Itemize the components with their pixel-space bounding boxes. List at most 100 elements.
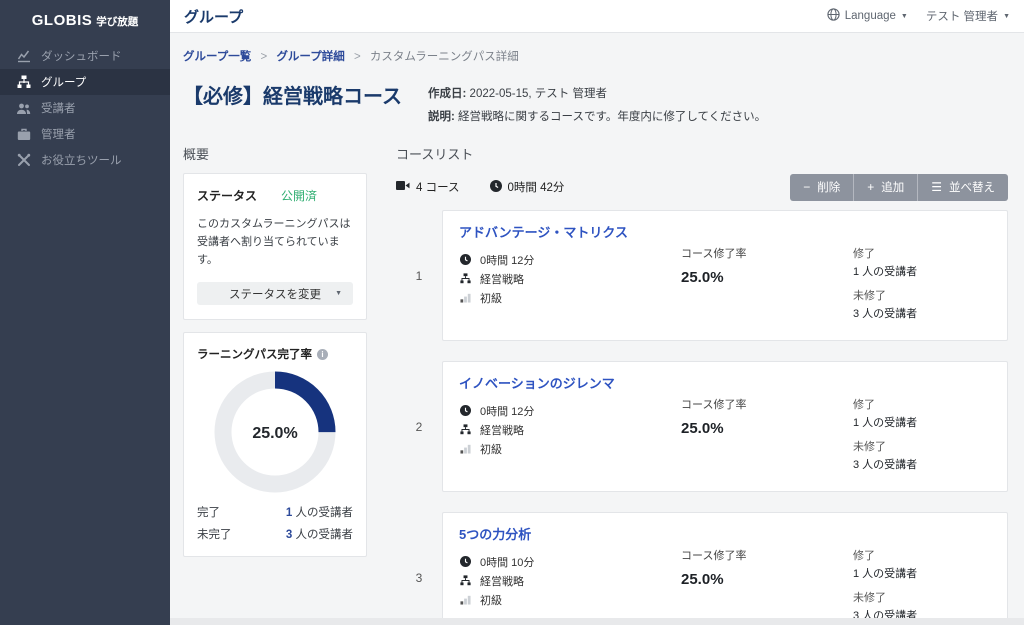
sidebar: GLOBIS 学び放題 ダッシュボード グループ 受講者 xyxy=(0,0,170,625)
clock-icon xyxy=(459,405,472,416)
chevron-down-icon: ▼ xyxy=(1003,13,1010,20)
delete-label: 削除 xyxy=(817,179,840,195)
course-learner-status: 修了 1 人の受講者 未修了 3 人の受講者 xyxy=(853,522,991,618)
sidebar-item-label: 管理者 xyxy=(41,126,76,142)
legend-done-label: 完了 xyxy=(197,504,220,520)
dashboard-chart-icon xyxy=(16,49,31,64)
course-title-link[interactable]: イノベーションのジレンマ xyxy=(459,373,615,392)
sitemap-icon xyxy=(16,75,31,90)
page-title: 【必修】経営戦略コース xyxy=(183,83,402,111)
breadcrumb-separator: > xyxy=(261,51,268,63)
user-menu[interactable]: テスト 管理者 ▼ xyxy=(926,8,1010,24)
course-category-label: 経営戦略 xyxy=(480,573,524,589)
clock-icon xyxy=(490,180,502,195)
course-actions: − 削除 + 追加 ☰ 並べ替え xyxy=(790,174,1008,201)
users-icon xyxy=(16,101,31,116)
level-icon xyxy=(459,594,472,605)
status-note: このカスタムラーニングパスは受講者へ割り当てられています。 xyxy=(197,215,353,269)
course-number: 3 xyxy=(396,512,442,618)
footer-strip xyxy=(170,618,1024,625)
sort-label: 並べ替え xyxy=(949,179,995,195)
completion-rate-value: 25.0% xyxy=(681,571,853,588)
undone-label: 未修了 xyxy=(853,438,991,454)
course-row: 3 5つの力分析 0時間 10分 xyxy=(396,512,1008,618)
add-button[interactable]: + 追加 xyxy=(854,174,918,201)
status-card: ステータス 公開済 このカスタムラーニングパスは受講者へ割り当てられています。 … xyxy=(183,173,367,320)
course-category-label: 経営戦略 xyxy=(480,422,524,438)
sidebar-item-groups[interactable]: グループ xyxy=(0,69,170,95)
course-number: 2 xyxy=(396,361,442,492)
done-label: 修了 xyxy=(853,547,991,563)
app-window: GLOBIS 学び放題 ダッシュボード グループ 受講者 xyxy=(0,0,1024,625)
course-duration-label: 0時間 10分 xyxy=(480,554,534,570)
page-head: 【必修】経営戦略コース 作成日: 2022-05-15, テスト 管理者 説明:… xyxy=(183,83,1008,131)
description-label: 説明: xyxy=(428,111,455,123)
level-icon xyxy=(459,443,472,454)
course-learner-status: 修了 1 人の受講者 未修了 3 人の受講者 xyxy=(853,371,991,480)
chevron-down-icon: ▼ xyxy=(335,290,342,297)
sidebar-item-dashboard[interactable]: ダッシュボード xyxy=(0,43,170,69)
undone-learners: 3 人の受講者 xyxy=(853,607,991,618)
plus-icon: + xyxy=(867,180,874,194)
video-icon xyxy=(396,180,410,194)
course-duration: 0時間 12分 xyxy=(459,401,681,420)
breadcrumb-current: カスタムラーニングパス詳細 xyxy=(370,51,519,63)
course-duration-label: 0時間 12分 xyxy=(480,403,534,419)
chevron-down-icon: ▼ xyxy=(901,13,908,20)
sidebar-item-admins[interactable]: 管理者 xyxy=(0,121,170,147)
course-title-link[interactable]: アドバンテージ・マトリクス xyxy=(459,222,628,241)
overview-column: 概要 ステータス 公開済 このカスタムラーニングパスは受講者へ割り当てられていま… xyxy=(183,144,367,618)
sidebar-item-label: グループ xyxy=(41,74,86,90)
user-name-label: テスト 管理者 xyxy=(926,8,998,24)
page-meta: 作成日: 2022-05-15, テスト 管理者 説明: 経営戦略に関するコース… xyxy=(428,83,766,131)
course-level-label: 初級 xyxy=(480,290,502,306)
category-sitemap-icon xyxy=(459,273,472,284)
globis-logo[interactable]: GLOBIS 学び放題 xyxy=(0,0,170,43)
content: グループ一覧 > グループ詳細 > カスタムラーニングパス詳細 【必修】経営戦略… xyxy=(170,33,1024,618)
add-label: 追加 xyxy=(881,179,904,195)
course-completion: コース修了率 25.0% xyxy=(681,220,853,329)
course-duration: 0時間 12分 xyxy=(459,250,681,269)
sidebar-item-label: 受講者 xyxy=(41,100,76,116)
course-list-header: 4 コース 0時間 42分 − 削除 xyxy=(396,173,1008,201)
clock-icon xyxy=(459,254,472,265)
sidebar-item-tools[interactable]: お役立ちツール xyxy=(0,147,170,173)
breadcrumb-group-list[interactable]: グループ一覧 xyxy=(183,51,251,63)
undone-label: 未修了 xyxy=(853,589,991,605)
legend-undone-suffix: 人の受講者 xyxy=(292,529,353,541)
created-label: 作成日: xyxy=(428,88,466,100)
course-count: 4 コース xyxy=(396,179,460,195)
status-label: ステータス xyxy=(197,187,257,204)
page-section-title: グループ xyxy=(184,6,243,27)
course-category: 経営戦略 xyxy=(459,269,681,288)
course-row: 2 イノベーションのジレンマ 0時間 12分 xyxy=(396,361,1008,492)
delete-button[interactable]: − 削除 xyxy=(790,174,854,201)
course-title-link[interactable]: 5つの力分析 xyxy=(459,524,531,543)
course-level-label: 初級 xyxy=(480,441,502,457)
created-value: 2022-05-15, テスト 管理者 xyxy=(470,88,607,100)
donut-center-label: 25.0% xyxy=(252,425,297,442)
reorder-icon: ☰ xyxy=(931,180,942,194)
completion-rate-label: コース修了率 xyxy=(681,396,853,412)
language-menu[interactable]: Language ▼ xyxy=(827,8,908,24)
course-level: 初級 xyxy=(459,590,681,609)
course-card: イノベーションのジレンマ 0時間 12分 xyxy=(442,361,1008,492)
description-value: 経営戦略に関するコースです。年度内に修了してください。 xyxy=(458,111,766,123)
clock-icon xyxy=(459,556,472,567)
completion-card: ラーニングパス完了率 i 25.0% 完了 1 人の xyxy=(183,332,367,557)
minus-icon: − xyxy=(803,180,810,194)
change-status-button[interactable]: ステータスを変更 ▼ xyxy=(197,282,353,305)
breadcrumb-group-detail[interactable]: グループ詳細 xyxy=(276,51,344,63)
level-icon xyxy=(459,292,472,303)
done-label: 修了 xyxy=(853,245,991,261)
sort-button[interactable]: ☰ 並べ替え xyxy=(918,174,1008,201)
category-sitemap-icon xyxy=(459,575,472,586)
course-list-section-title: コースリスト xyxy=(396,144,1008,163)
course-completion: コース修了率 25.0% xyxy=(681,371,853,480)
tools-icon xyxy=(16,153,31,168)
info-icon[interactable]: i xyxy=(317,349,328,360)
course-category-label: 経営戦略 xyxy=(480,271,524,287)
sidebar-item-learners[interactable]: 受講者 xyxy=(0,95,170,121)
briefcase-icon xyxy=(16,127,31,142)
done-learners: 1 人の受講者 xyxy=(853,565,991,581)
